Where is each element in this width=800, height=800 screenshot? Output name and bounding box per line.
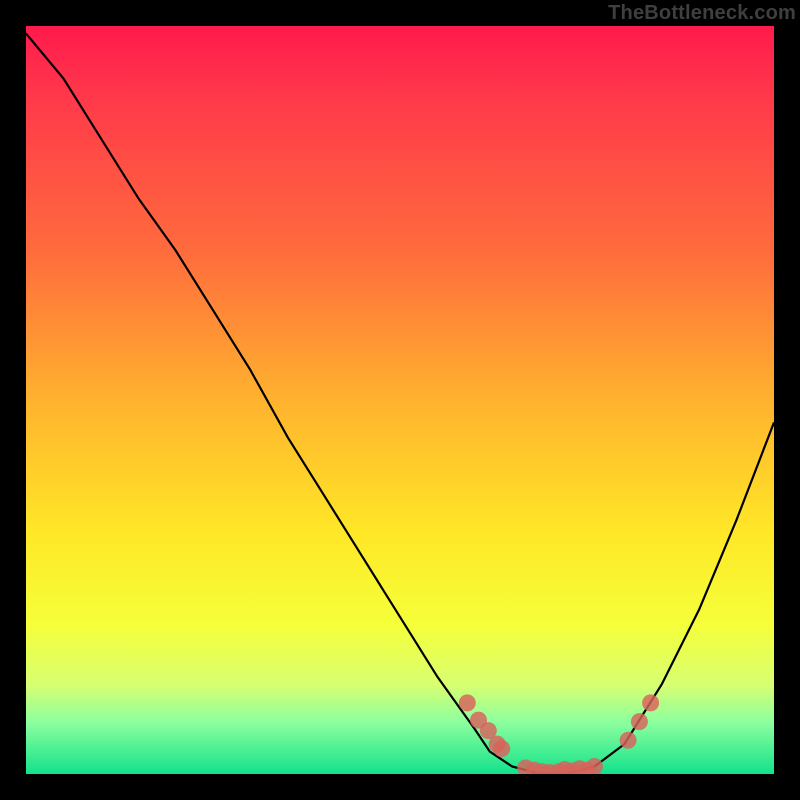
bottleneck-curve	[26, 34, 774, 775]
chart-outer-frame: TheBottleneck.com	[0, 0, 800, 800]
data-points-group	[459, 694, 659, 774]
data-point	[642, 694, 659, 711]
watermark-text: TheBottleneck.com	[608, 2, 796, 25]
data-point	[620, 732, 637, 749]
data-point	[631, 713, 648, 730]
plot-area	[26, 26, 774, 774]
chart-svg	[26, 26, 774, 774]
data-point	[586, 758, 603, 774]
data-point	[493, 740, 510, 757]
data-point	[459, 694, 476, 711]
